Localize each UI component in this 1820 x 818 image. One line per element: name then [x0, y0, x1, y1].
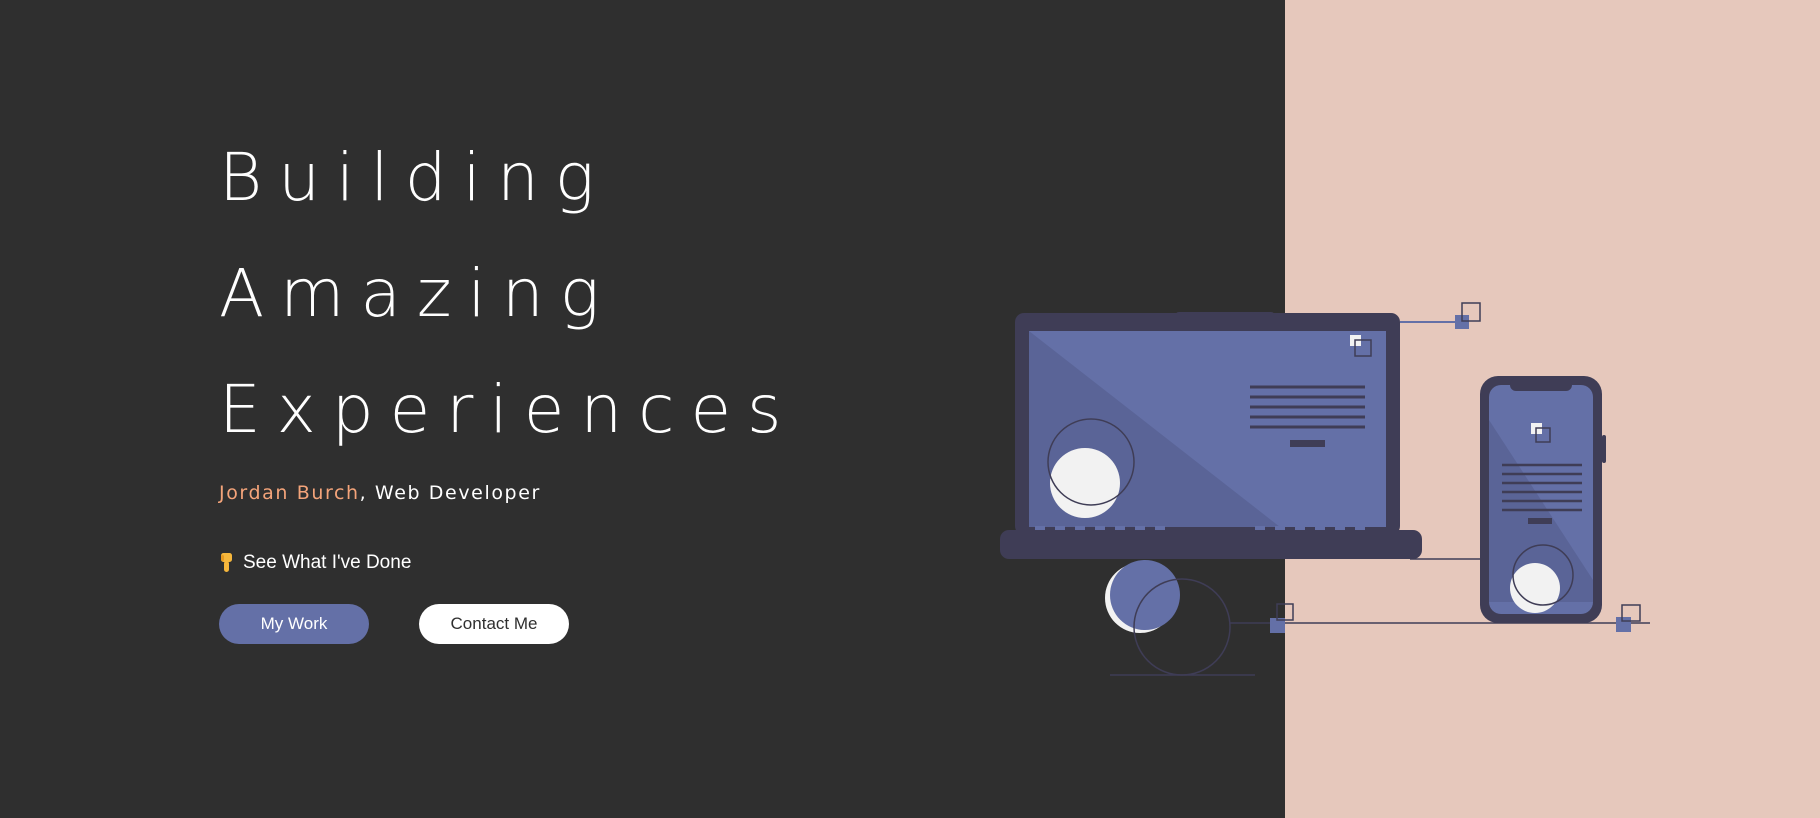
devices-illustration: [990, 290, 1670, 690]
headline-line-2: Amazing: [219, 255, 616, 332]
contact-me-button[interactable]: Contact Me: [419, 604, 569, 644]
pointing-down-hand-icon: [219, 553, 235, 573]
headline-line-3: Experiences: [219, 371, 798, 448]
my-work-button[interactable]: My Work: [219, 604, 369, 644]
tagline: Jordan Burch, Web Developer: [219, 482, 939, 504]
landing-page: Building Amazing Experiences Jordan Burc…: [0, 0, 1820, 818]
smartphone-icon: [1480, 376, 1606, 623]
laptop-icon: [1000, 312, 1422, 559]
developer-role: , Web Developer: [359, 482, 541, 504]
cta-buttons: My Work Contact Me: [219, 604, 939, 644]
hero-section: Building Amazing Experiences Jordan Burc…: [219, 120, 939, 644]
see-work-label: See What I've Done: [243, 552, 412, 573]
developer-name: Jordan Burch: [219, 482, 360, 504]
see-work-prompt: See What I've Done: [219, 552, 939, 574]
headline-line-1: Building: [219, 139, 611, 216]
